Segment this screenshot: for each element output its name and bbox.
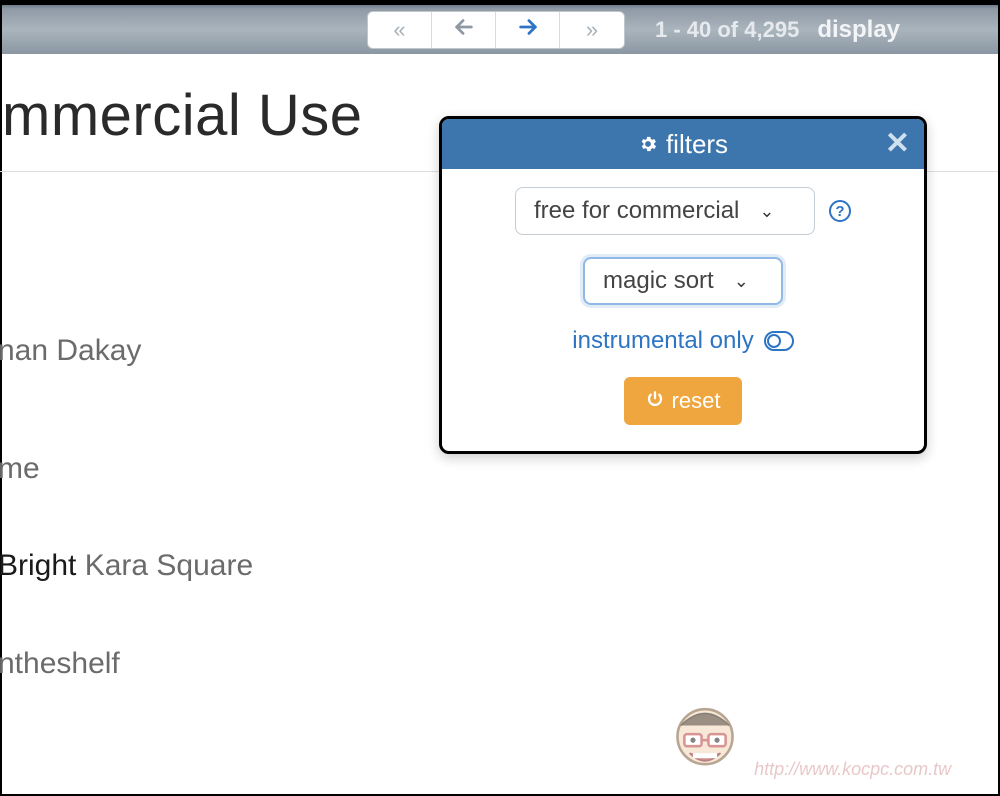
instrumental-toggle[interactable]: instrumental only bbox=[572, 327, 793, 355]
pagination-nav: « » bbox=[367, 11, 625, 49]
list-item[interactable]: me bbox=[0, 450, 998, 488]
watermark-url: http://www.kocpc.com.tw bbox=[754, 759, 988, 780]
crown-icon: ♛ bbox=[842, 732, 862, 754]
prev-page-button[interactable] bbox=[432, 12, 496, 48]
result-range: 1 - 40 of 4,295 bbox=[655, 17, 799, 43]
double-chevron-right-icon: » bbox=[586, 17, 598, 43]
first-page-button[interactable]: « bbox=[368, 12, 432, 48]
watermark: 電腦♛王阿達 http://www.kocpc.com.tw bbox=[662, 698, 988, 784]
close-icon[interactable]: ✕ bbox=[885, 129, 910, 159]
arrow-right-icon bbox=[517, 16, 539, 44]
chevron-down-icon: ⌄ bbox=[759, 201, 774, 222]
last-page-button[interactable]: » bbox=[560, 12, 624, 48]
power-icon bbox=[646, 388, 664, 414]
chevron-down-icon: ⌄ bbox=[734, 271, 749, 292]
list-item[interactable]: Bright Kara Square bbox=[0, 547, 998, 585]
help-icon[interactable]: ? bbox=[829, 200, 851, 222]
license-select[interactable]: free for commercial ⌄ bbox=[515, 187, 815, 235]
filters-title: filters bbox=[666, 129, 728, 160]
list-item[interactable]: ntheshelf bbox=[0, 645, 998, 683]
top-toolbar: « » 1 - 40 of 4,295 display bbox=[2, 2, 998, 54]
toggle-off-icon bbox=[764, 331, 794, 351]
next-page-button[interactable] bbox=[496, 12, 560, 48]
filters-header: filters ✕ bbox=[442, 119, 924, 169]
mascot-icon bbox=[662, 698, 748, 784]
display-menu[interactable]: display bbox=[817, 16, 900, 44]
sort-select[interactable]: magic sort ⌄ bbox=[583, 257, 783, 305]
arrow-left-icon bbox=[453, 16, 475, 44]
filters-panel: filters ✕ free for commercial ⌄ ? magic … bbox=[439, 116, 927, 454]
gear-icon bbox=[638, 134, 658, 154]
reset-button[interactable]: reset bbox=[624, 377, 743, 425]
double-chevron-left-icon: « bbox=[393, 17, 405, 43]
